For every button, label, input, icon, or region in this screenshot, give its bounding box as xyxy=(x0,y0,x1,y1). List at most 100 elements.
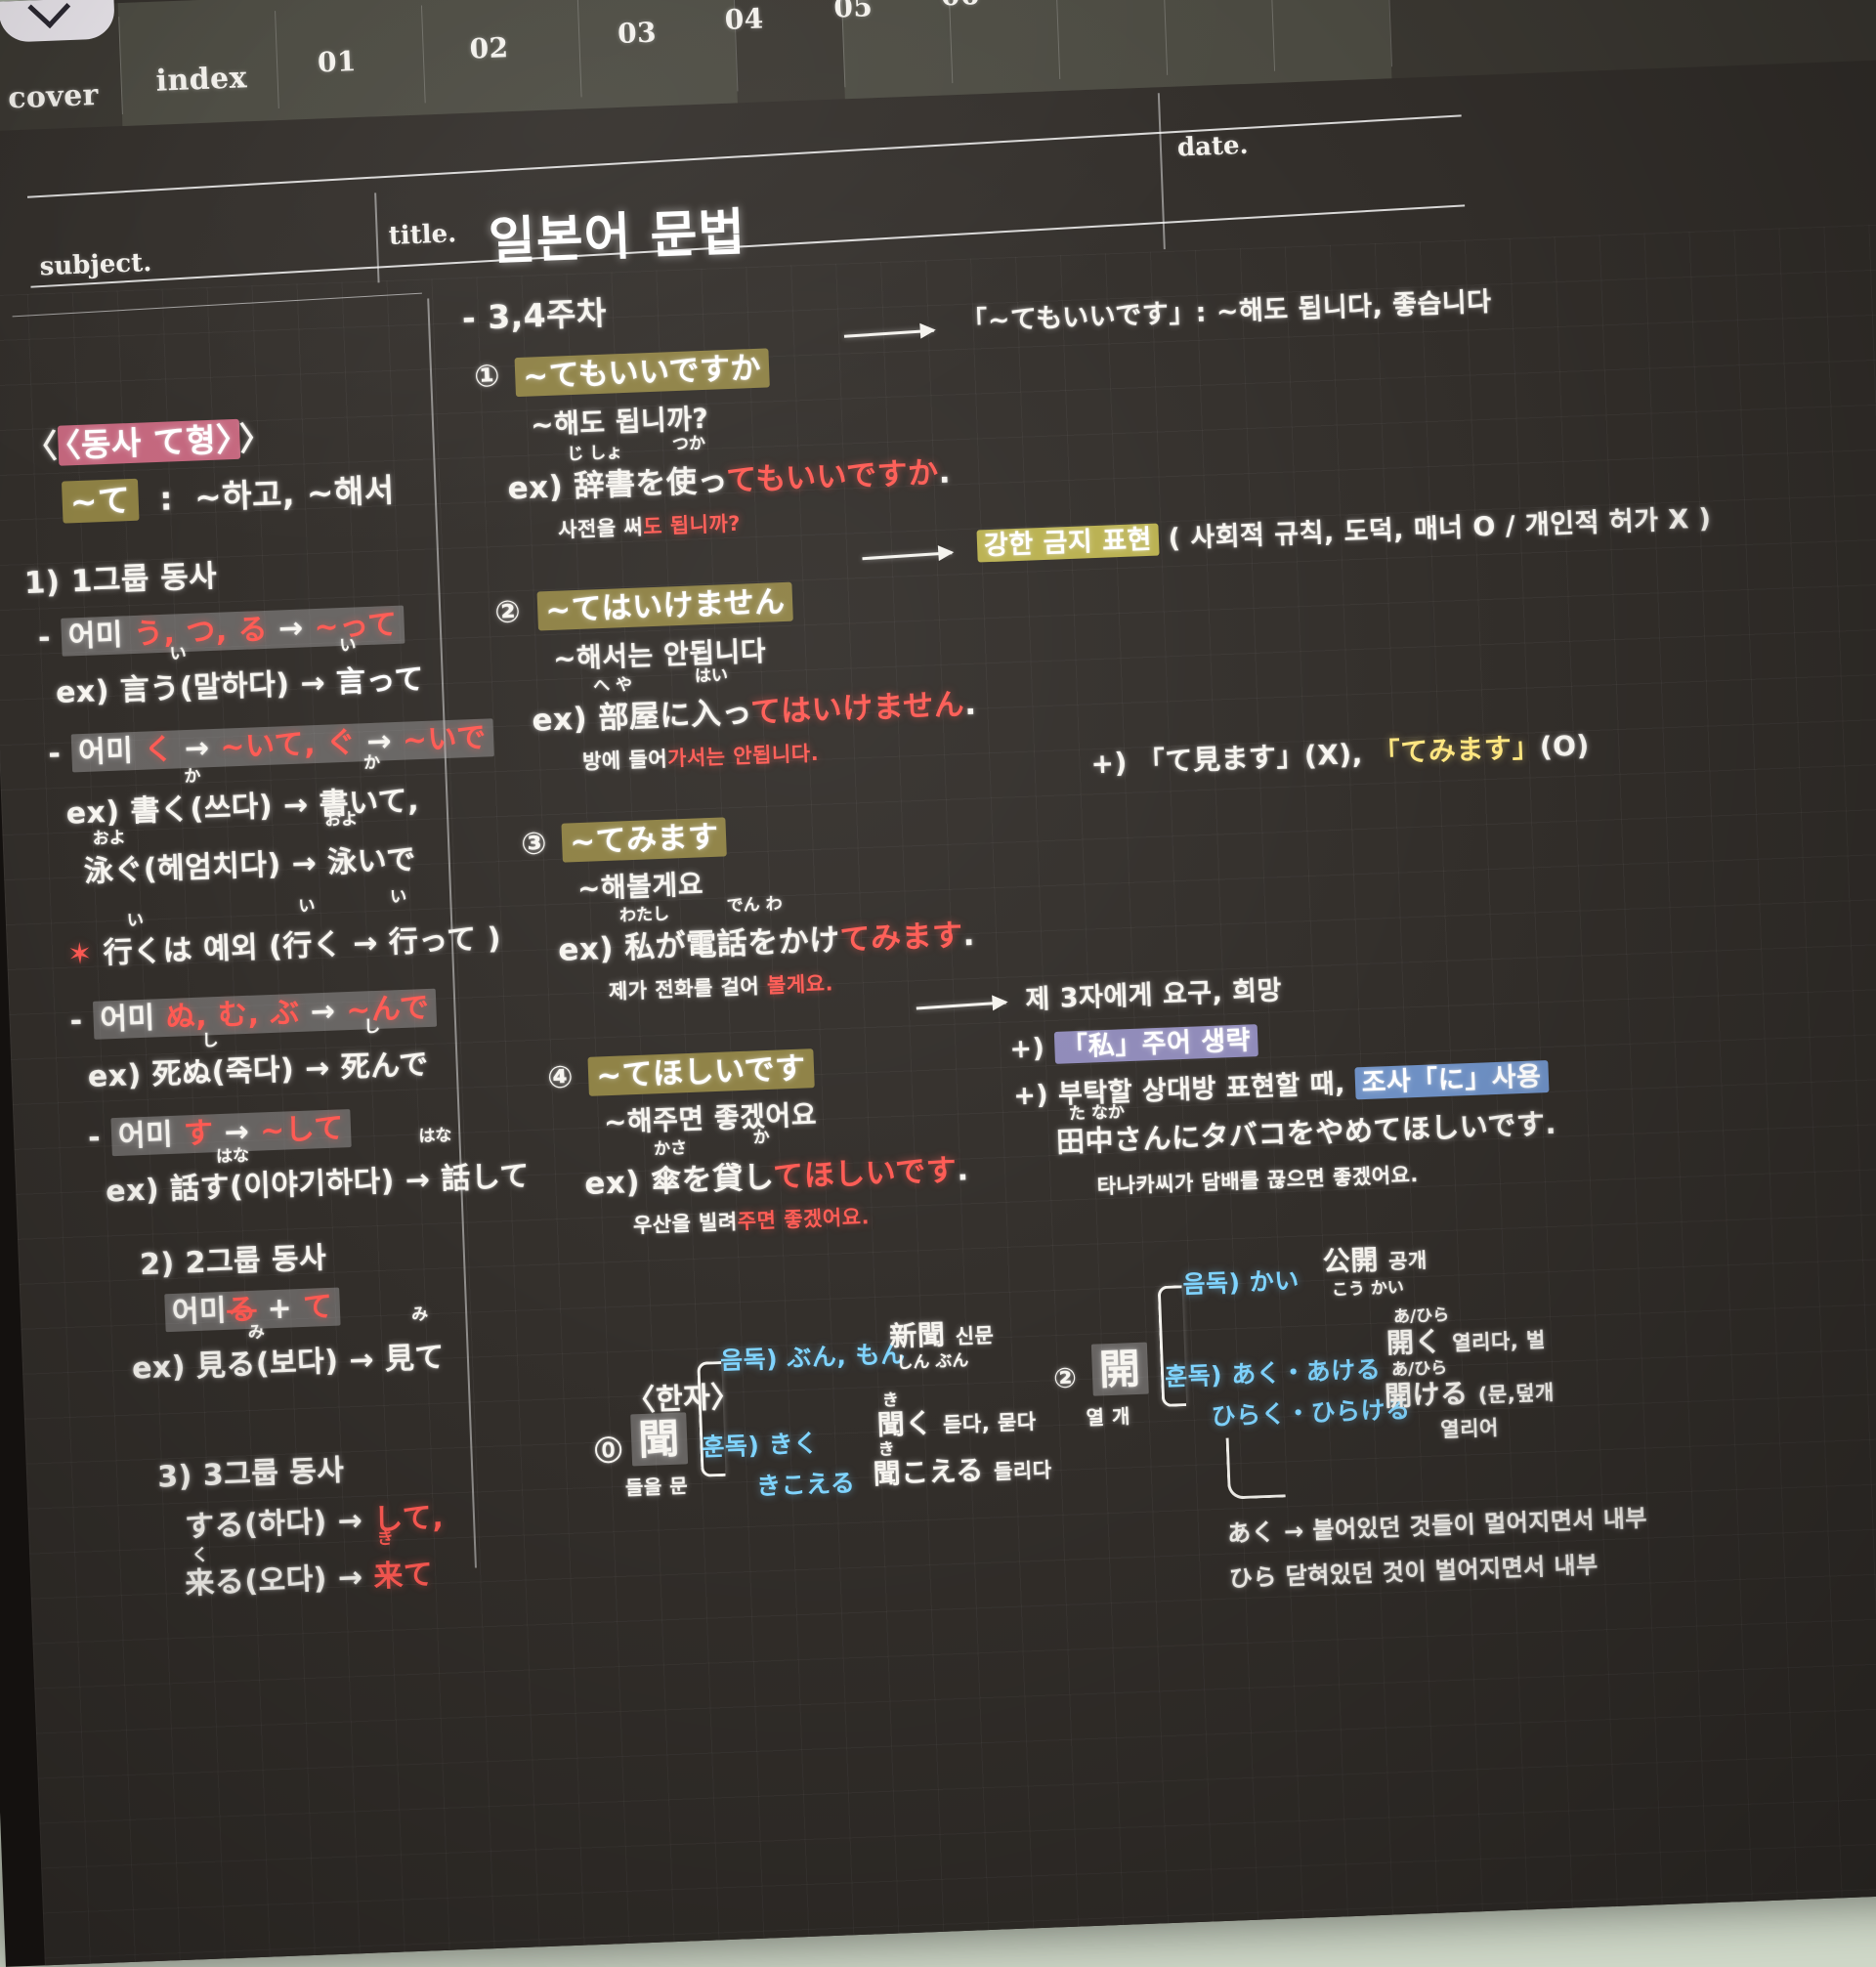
ex-base: 話す xyxy=(169,1171,230,1207)
tab-05[interactable]: 05 xyxy=(833,0,874,24)
tr-white: 우산을 빌려 xyxy=(632,1210,738,1237)
ex-label: ex) xyxy=(532,702,588,739)
ex-gloss: (헤엄치다) xyxy=(143,848,281,887)
left-heading: 〈〈동사 て형〉〉 xyxy=(24,412,274,468)
kun-reading-1: あく・あける xyxy=(1231,1355,1382,1390)
kun-gloss: (문,덮개 xyxy=(1477,1381,1555,1407)
group3-heading: 3) 3그룹 동사 xyxy=(156,1446,345,1496)
ruby: か xyxy=(752,1123,770,1148)
kanji-2-kun-reading-2: ひらく・ひらける xyxy=(1211,1390,1411,1433)
item-2-note-hl: 강한 금지 표현 xyxy=(976,524,1159,563)
date-label: date. xyxy=(1176,131,1249,163)
item-2-number: ② xyxy=(494,594,522,630)
item-4-pattern-wrap: ~てほしいです xyxy=(587,1043,814,1095)
ruby: き xyxy=(376,1524,394,1550)
tr-white: 제가 전화를 걸어 xyxy=(609,974,768,1004)
ex-period: . xyxy=(938,455,952,491)
photo-background: cover index 01 02 03 04 05 06 07 08 09 1… xyxy=(0,0,1876,1876)
kanji-1-kun-word-1: 聞く 듣다, 묻다 xyxy=(876,1398,1037,1443)
ex-gloss: (오다) xyxy=(244,1561,328,1599)
rule-prefix: 어미 xyxy=(117,1117,184,1153)
tr-red: 가서는 안됩니다. xyxy=(667,742,820,771)
ex-sentence: 部屋に入っ xyxy=(598,695,751,736)
kanji-2-footnote-hook xyxy=(1226,1435,1286,1499)
header-divider-date xyxy=(1158,93,1166,249)
ruby: い xyxy=(390,882,407,908)
kanji-1-kun-label: 훈독) きく xyxy=(702,1424,819,1463)
rule-to: ~いて, xyxy=(220,727,317,765)
ex-arrow: → xyxy=(282,788,309,823)
tr-red: 볼게요. xyxy=(767,971,834,998)
tab-01[interactable]: 01 xyxy=(317,45,357,78)
ex-sentence: 私が電話をかけ xyxy=(624,922,841,965)
tab-03[interactable]: 03 xyxy=(618,16,658,49)
kanji-2-char-wrap: 開 xyxy=(1091,1336,1149,1397)
ruby: か xyxy=(362,748,380,774)
on-word-gloss: 신문 xyxy=(955,1323,995,1347)
rule-from: ぬ, む, ぶ xyxy=(165,996,300,1035)
rule-to: て xyxy=(302,1290,333,1325)
ex-label: ex) xyxy=(131,1350,186,1387)
item-1-number: ① xyxy=(474,359,501,395)
ruby: か xyxy=(184,762,201,788)
tab-index[interactable]: index xyxy=(155,61,247,98)
note-text2: 行く → xyxy=(282,925,390,963)
ex-sentence: 傘を貸し xyxy=(651,1160,774,1200)
ex-base: 来る xyxy=(185,1564,245,1601)
tab-cover[interactable]: cover xyxy=(8,78,100,115)
tab-bar[interactable]: cover index 01 02 03 04 05 06 07 08 09 1… xyxy=(0,0,1876,132)
kanji-2-on-label: 음독) かい xyxy=(1182,1261,1300,1301)
plus-good-mark: (O) xyxy=(1539,729,1590,763)
chevron-down-icon[interactable] xyxy=(0,0,115,43)
ruby: い xyxy=(339,630,357,656)
week-label: - 3,4주차 xyxy=(461,287,608,340)
ex-result: 来て xyxy=(373,1558,434,1594)
kanji-2-kun-word-3: 열리어 xyxy=(1440,1412,1500,1443)
ex-result: 見て xyxy=(384,1341,445,1377)
plus-good: 「てみます」 xyxy=(1372,731,1540,769)
tab-group-right xyxy=(840,0,1391,99)
ex-base: 言う xyxy=(119,671,180,707)
kun-gloss: 듣다, 묻다 xyxy=(943,1410,1037,1437)
tab-06[interactable]: 06 xyxy=(940,0,980,13)
ex-label: ex) xyxy=(55,674,109,710)
page-title: 일본어 문법 xyxy=(487,191,746,274)
kanji-1-char-wrap: 聞 xyxy=(630,1405,688,1467)
ex-result: 泳いで xyxy=(327,842,417,879)
tab-04[interactable]: 04 xyxy=(724,2,764,35)
ex-base: 泳ぐ xyxy=(83,853,144,889)
rule-from: く xyxy=(144,733,175,768)
definition-value: ~하고, ~해서 xyxy=(193,471,395,517)
on-word: 新聞 xyxy=(889,1318,946,1352)
group1-heading: 1) 1그룹 동사 xyxy=(23,551,218,602)
tr-white: 사전을 써 xyxy=(558,515,644,541)
kun-word: 聞こえる xyxy=(873,1454,984,1490)
rule-bullet: - xyxy=(37,620,51,655)
ex-arrow: → xyxy=(291,846,318,881)
on-word: 公開 xyxy=(1322,1244,1379,1278)
ex-base: 死ぬ xyxy=(151,1055,212,1091)
definition-key: ~て xyxy=(62,479,139,524)
ex-sentence-red: てみます xyxy=(839,918,963,958)
plus-label: +) xyxy=(1090,747,1128,780)
ex-period: . xyxy=(962,918,976,953)
item-2-pattern-wrap: ~てはいけません xyxy=(536,577,793,630)
on-word-gloss: 공개 xyxy=(1388,1249,1428,1273)
ex-base: する xyxy=(185,1508,245,1544)
tab-02[interactable]: 02 xyxy=(469,31,509,64)
kun-label: 훈독) xyxy=(702,1432,760,1462)
ex-base: 見る xyxy=(195,1347,256,1384)
on-label: 음독) xyxy=(720,1345,779,1375)
ruby: でん わ xyxy=(726,889,783,916)
ex-gloss: (하다) xyxy=(244,1505,328,1542)
kanji-2-kun-word-2: 開ける (문,덮개 xyxy=(1384,1369,1555,1414)
on-label: 음독) xyxy=(1182,1268,1241,1299)
ex-label: ex) xyxy=(106,1173,160,1209)
kanji-1-number: ⓪ xyxy=(594,1430,623,1470)
ex-result: 話して xyxy=(441,1159,531,1196)
kanji-1-on-word: 新聞 신문 xyxy=(889,1311,995,1354)
ex-gloss: (보다) xyxy=(255,1345,339,1382)
tablet-device: cover index 01 02 03 04 05 06 07 08 09 1… xyxy=(0,0,1876,1967)
kanji-1-korean: 들을 문 xyxy=(624,1470,688,1500)
ex-sentence-red: てほしいです xyxy=(773,1153,958,1195)
